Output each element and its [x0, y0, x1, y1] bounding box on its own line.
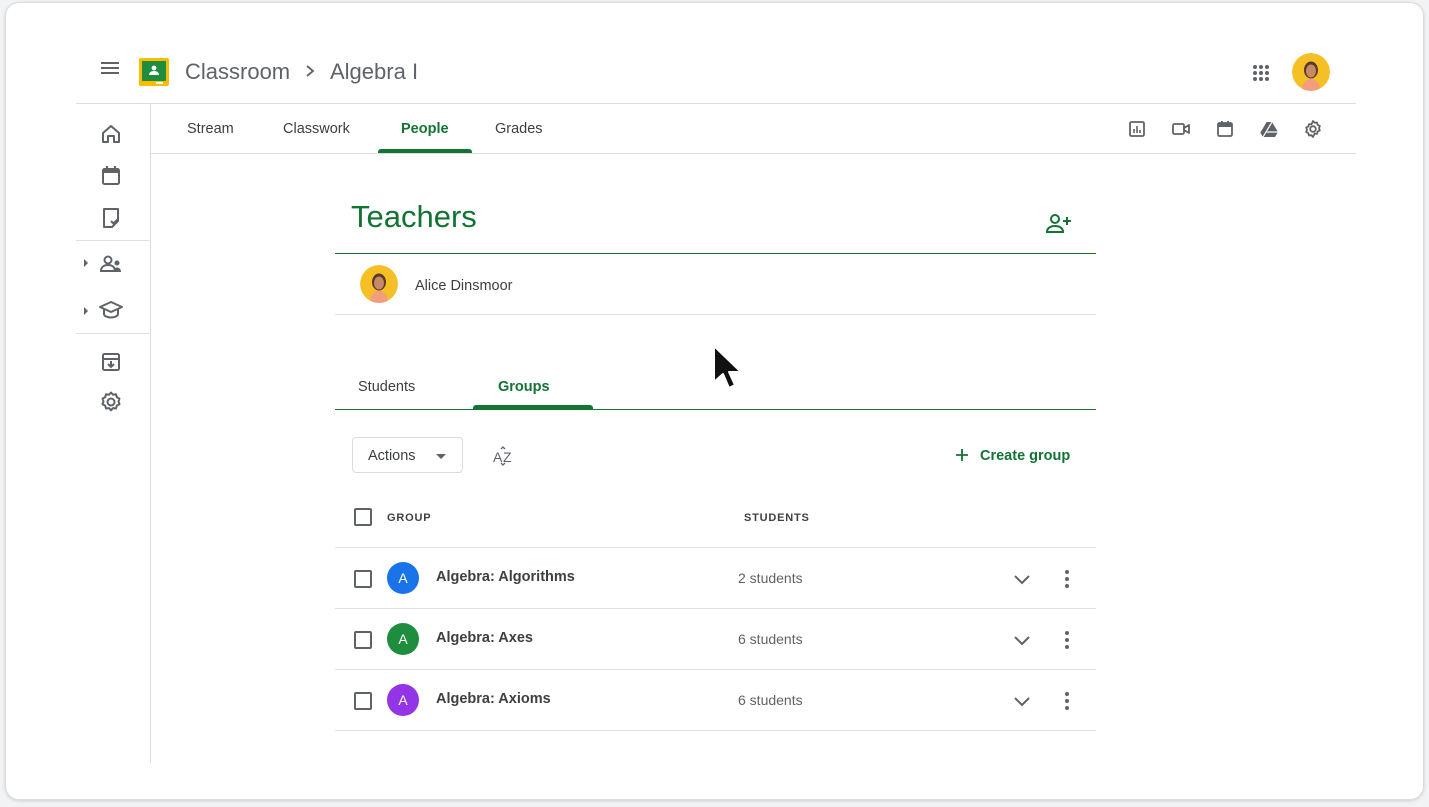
more-vert-icon[interactable] — [1057, 567, 1077, 591]
create-group-label: Create group — [980, 448, 1071, 464]
tab-groups[interactable]: Groups — [498, 379, 550, 395]
archived-icon[interactable] — [98, 349, 124, 375]
home-icon[interactable] — [98, 121, 124, 147]
group-student-count: 6 students — [738, 631, 803, 647]
select-all-checkbox[interactable] — [354, 508, 372, 526]
group-name[interactable]: Algebra: Algorithms — [436, 569, 575, 585]
actions-label: Actions — [368, 448, 416, 464]
class-settings-icon[interactable] — [1303, 119, 1323, 139]
chevron-down-icon[interactable] — [1011, 629, 1033, 651]
settings-icon[interactable] — [98, 389, 124, 415]
dropdown-caret-icon — [436, 454, 446, 459]
nav-divider — [76, 240, 151, 241]
expand-arrow-icon[interactable] — [84, 259, 88, 267]
expand-arrow-icon[interactable] — [84, 307, 88, 315]
sort-az-icon[interactable]: A Z — [492, 445, 516, 467]
table-row[interactable]: A Algebra: Axes 6 students — [335, 609, 1096, 670]
main-menu-icon[interactable] — [98, 59, 122, 83]
tab-stream[interactable]: Stream — [187, 121, 234, 137]
breadcrumb-class-name[interactable]: Algebra I — [330, 59, 418, 85]
meet-icon[interactable] — [1171, 119, 1191, 139]
table-row[interactable]: A Algebra: Axioms 6 students — [335, 670, 1096, 731]
group-name[interactable]: Algebra: Axes — [436, 630, 533, 646]
enrolled-icon[interactable] — [98, 297, 124, 323]
google-apps-icon[interactable] — [1252, 64, 1270, 82]
group-letter-avatar: A — [387, 562, 419, 594]
group-letter-avatar: A — [387, 684, 419, 716]
actions-dropdown[interactable]: Actions — [352, 437, 463, 473]
classroom-app: Classroom Algebra I Stream Classwork Peo… — [76, 3, 1356, 763]
chevron-down-icon[interactable] — [1011, 568, 1033, 590]
tab-people[interactable]: People — [401, 121, 449, 137]
teacher-row-divider — [335, 314, 1096, 315]
row-checkbox[interactable] — [354, 570, 372, 588]
column-header-group: GROUP — [387, 512, 432, 524]
tab-classwork[interactable]: Classwork — [283, 121, 350, 137]
teacher-name[interactable]: Alice Dinsmoor — [415, 278, 513, 294]
row-checkbox[interactable] — [354, 631, 372, 649]
group-student-count: 2 students — [738, 570, 803, 586]
drive-icon[interactable] — [1259, 119, 1279, 139]
left-navigation — [76, 104, 151, 763]
teachers-divider — [335, 253, 1096, 254]
invite-teacher-icon[interactable] — [1046, 212, 1072, 236]
teachers-heading: Teachers — [351, 199, 477, 234]
column-header-students: STUDENTS — [744, 512, 810, 524]
table-row[interactable]: A Algebra: Algorithms 2 students — [335, 548, 1096, 609]
nav-divider — [76, 333, 151, 334]
mouse-pointer-icon — [713, 345, 742, 389]
calendar-icon[interactable] — [98, 163, 124, 189]
group-name[interactable]: Algebra: Axioms — [436, 691, 551, 707]
more-vert-icon[interactable] — [1057, 689, 1077, 713]
row-divider — [335, 730, 1096, 731]
gradebook-icon[interactable] — [1127, 119, 1147, 139]
row-checkbox[interactable] — [354, 692, 372, 710]
active-tab-indicator — [378, 149, 472, 153]
top-header: Classroom Algebra I — [76, 3, 1356, 104]
teaching-icon[interactable] — [98, 251, 124, 277]
svg-text:Z: Z — [503, 449, 512, 465]
group-student-count: 6 students — [738, 692, 803, 708]
plus-icon — [956, 449, 968, 461]
chevron-down-icon[interactable] — [1011, 690, 1033, 712]
subtabs-divider — [335, 409, 1096, 410]
tab-students[interactable]: Students — [358, 379, 415, 395]
app-window: Classroom Algebra I Stream Classwork Peo… — [5, 2, 1424, 800]
calendar-icon[interactable] — [1215, 119, 1235, 139]
classroom-logo-icon[interactable] — [139, 58, 169, 86]
chevron-right-icon — [306, 65, 315, 77]
more-vert-icon[interactable] — [1057, 628, 1077, 652]
tab-grades[interactable]: Grades — [495, 121, 543, 137]
account-avatar[interactable] — [1292, 53, 1330, 91]
teacher-avatar — [360, 265, 398, 303]
todo-icon[interactable] — [98, 205, 124, 231]
brand-name[interactable]: Classroom — [185, 59, 290, 85]
group-letter-avatar: A — [387, 623, 419, 655]
